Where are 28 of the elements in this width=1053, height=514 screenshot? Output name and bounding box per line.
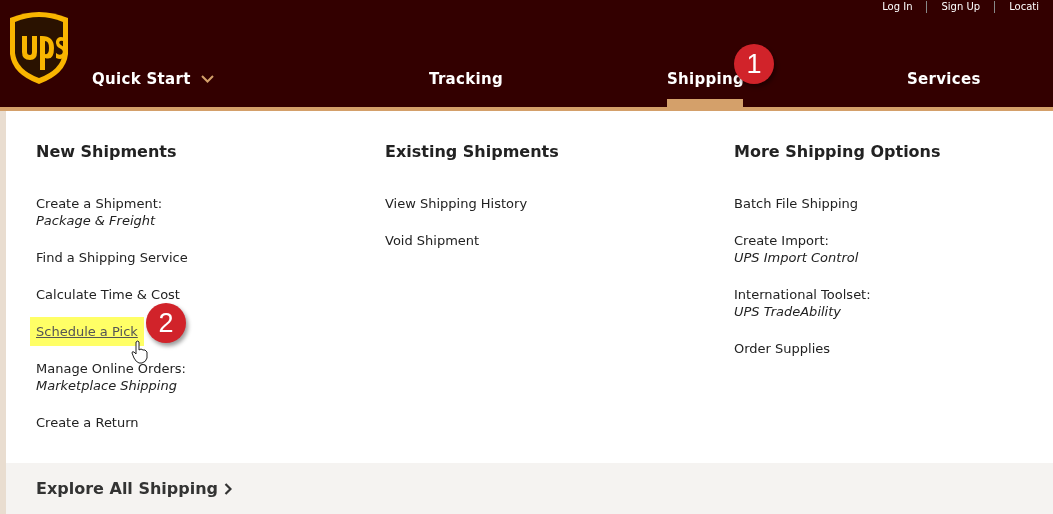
menu-link-subtitle: Package & Freight bbox=[36, 212, 157, 229]
step-badge: 2 bbox=[146, 303, 186, 343]
header-link[interactable]: Sign Up bbox=[926, 1, 995, 13]
menu-link[interactable]: Order Supplies bbox=[734, 340, 831, 357]
header-link[interactable]: Locati bbox=[994, 1, 1053, 13]
menu-link[interactable]: Calculate Time & Cost bbox=[36, 286, 180, 303]
menu-link[interactable]: Batch File Shipping bbox=[734, 195, 859, 212]
hand-cursor-icon bbox=[130, 340, 150, 364]
menu-link[interactable]: View Shipping History bbox=[385, 195, 528, 212]
column-heading: Existing Shipments bbox=[385, 142, 560, 161]
column-heading: New Shipments bbox=[36, 142, 178, 161]
menu-link[interactable]: Find a Shipping Service bbox=[36, 249, 188, 266]
menu-link[interactable]: International Toolset: bbox=[734, 286, 871, 303]
header-link[interactable]: Log In bbox=[868, 1, 927, 13]
menu-link[interactable]: Create Import: bbox=[734, 232, 829, 249]
menu-link-subtitle: UPS Import Control bbox=[734, 249, 860, 266]
nav-tab[interactable]: Services bbox=[907, 53, 1027, 107]
explore-link[interactable]: Explore All Shipping bbox=[36, 479, 233, 498]
menu-link[interactable]: Manage Online Orders: bbox=[36, 360, 186, 377]
menu-link[interactable]: Create a Shipment: bbox=[36, 195, 163, 212]
menu-link[interactable]: Void Shipment bbox=[385, 232, 480, 249]
nav-tab[interactable]: Quick Start bbox=[92, 53, 429, 107]
menu-link-subtitle: Marketplace Shipping bbox=[36, 377, 178, 394]
column-heading: More Shipping Options bbox=[734, 142, 942, 161]
menu-link[interactable]: Create a Return bbox=[36, 414, 139, 431]
chevron-right-icon bbox=[224, 482, 233, 495]
nav-tab[interactable]: Tracking bbox=[429, 53, 667, 107]
menu-link-subtitle: UPS TradeAbility bbox=[734, 303, 842, 320]
